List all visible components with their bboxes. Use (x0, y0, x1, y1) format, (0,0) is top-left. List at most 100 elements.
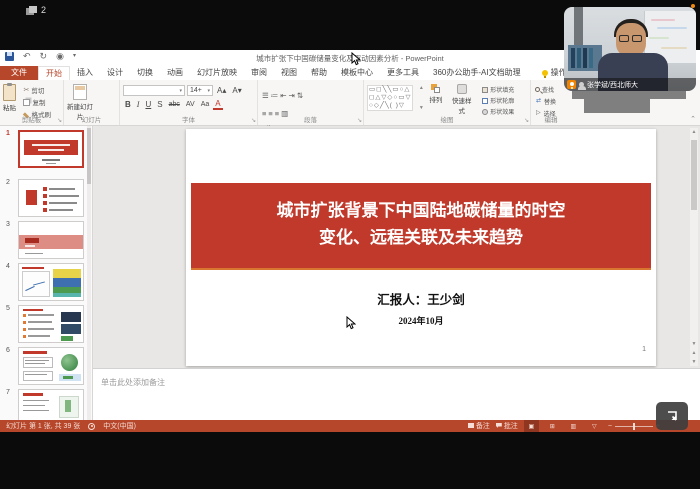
italic-button[interactable]: I (135, 99, 142, 110)
scrollbar-thumb[interactable] (691, 140, 697, 210)
font-name-select[interactable]: ▾ (123, 85, 185, 96)
group-clipboard: 粘贴 ✂剪切 复制 格式刷 剪贴板 ↘ (0, 80, 64, 125)
dialog-launcher-icon[interactable]: ↘ (524, 118, 529, 124)
slide-thumbnail-6[interactable] (18, 347, 84, 385)
tab-insert[interactable]: 插入 (70, 66, 100, 80)
find-button[interactable]: 查找 (535, 85, 556, 94)
strikethrough-button[interactable]: abc (167, 99, 182, 110)
line-spacing-icon[interactable]: ⇅ (296, 91, 304, 100)
slide-thumbnail-5[interactable] (18, 305, 84, 343)
find-label: 查找 (542, 85, 554, 94)
tab-view[interactable]: 视图 (274, 66, 304, 80)
underline-button[interactable]: U (143, 99, 153, 110)
annotation-tool-button[interactable] (656, 402, 688, 430)
bold-button[interactable]: B (123, 99, 133, 110)
numbering-icon[interactable]: ≔ (270, 91, 280, 100)
thumb-number: 5 (6, 305, 16, 312)
shadow-button[interactable]: S (155, 99, 164, 110)
zoom-slider[interactable] (615, 426, 653, 427)
normal-view-button[interactable]: ▣ (524, 420, 539, 432)
shape-fill-label: 形状填充 (490, 85, 514, 94)
language-indicator[interactable]: 中文(中国) (103, 421, 136, 431)
zoom-out-icon[interactable]: − (608, 423, 612, 430)
dialog-launcher-icon[interactable]: ↘ (357, 118, 362, 124)
slideshow-view-button[interactable]: ▽ (587, 420, 602, 432)
scrollbar-thumb[interactable] (87, 128, 91, 184)
shape-fill-icon (482, 87, 488, 93)
slide-scrollbar[interactable]: ▲ ▼ ▲ ▼ (690, 128, 698, 366)
scissors-icon: ✂ (23, 87, 29, 94)
thumb-number: 1 (6, 130, 16, 137)
tab-review[interactable]: 审阅 (244, 66, 274, 80)
slide-thumbnail-4[interactable] (18, 263, 84, 301)
slide-thumbnail-7[interactable] (18, 389, 84, 420)
status-bar: 幻灯片 第 1 张, 共 39 张 中文(中国) 备注 批注 ▣ ⊞ ▥ ▽ −… (0, 420, 700, 432)
slide-thumbnail-2[interactable] (18, 179, 84, 217)
indent-increase-icon[interactable]: ⇥ (288, 91, 296, 100)
replace-icon: ⇄ (535, 96, 542, 106)
shape-gallery[interactable]: ▭◻╲╲▭○△ ◻△▽◇○▭▽ ○◇╱╲( )▽ (367, 85, 413, 111)
indent-decrease-icon[interactable]: ⇤ (279, 91, 287, 100)
comment-icon (496, 423, 502, 428)
lightbulb-icon (542, 70, 548, 76)
tab-360-assistant[interactable]: 360办公助手-AI文档助理 (426, 66, 528, 80)
webcam-video[interactable]: 张学斌/西北师大 (564, 7, 696, 91)
font-color-button[interactable]: A (213, 99, 222, 110)
notes-toggle-button[interactable]: 备注 (468, 421, 490, 431)
scroll-up-icon[interactable]: ▲ (690, 128, 698, 136)
char-spacing-button[interactable]: AV (184, 99, 197, 110)
slide-sorter-view-button[interactable]: ⊞ (545, 420, 560, 432)
clipboard-group-label: 剪贴板 (0, 114, 63, 124)
replace-button[interactable]: ⇄替换 (535, 96, 556, 106)
tab-transitions[interactable]: 切换 (130, 66, 160, 80)
bullets-icon[interactable]: ☰ (261, 91, 270, 100)
tab-animations[interactable]: 动画 (160, 66, 190, 80)
copy-button[interactable]: 复制 (23, 97, 51, 107)
shape-fill-button[interactable]: 形状填充 (482, 85, 514, 94)
font-size-select[interactable]: 14+▾ (187, 85, 213, 96)
gallery-more-icon: ▼ (419, 105, 424, 111)
tab-more-tools[interactable]: 更多工具 (380, 66, 426, 80)
paste-button[interactable]: 粘贴 (3, 82, 16, 112)
accessibility-icon[interactable] (88, 423, 95, 430)
slide-thumbnail-1[interactable] (18, 130, 84, 168)
shape-row-icons: ▭◻╲╲▭○△ (369, 86, 411, 94)
shared-screen: 2 ↶ ↻ ◉ ▾ 城市扩张下中国碳储量变化及驱动因素分析 - PowerPoi… (0, 0, 700, 489)
shape-outline-button[interactable]: 形状轮廓 (482, 96, 514, 105)
meeting-app-icon (567, 80, 576, 89)
zoom-slider-handle[interactable] (633, 423, 635, 430)
presenter-name[interactable]: 汇报人：王少剑 (186, 289, 656, 308)
current-slide[interactable]: 城市扩张背景下中国陆地碳储量的时空 变化、远程关联及未来趋势 汇报人：王少剑 2… (186, 129, 656, 366)
quick-styles-button[interactable]: 快速样式 (450, 82, 474, 115)
dialog-launcher-icon[interactable]: ↘ (251, 118, 256, 124)
slide-date[interactable]: 2024年10月 (186, 314, 656, 327)
reading-view-button[interactable]: ▥ (566, 420, 581, 432)
tab-template-center[interactable]: 模板中心 (334, 66, 380, 80)
arrange-button[interactable]: 排列 (429, 82, 442, 104)
tab-slideshow[interactable]: 幻灯片放映 (190, 66, 244, 80)
tab-file[interactable]: 文件 (0, 66, 38, 80)
slide-title-banner[interactable]: 城市扩张背景下中国陆地碳储量的时空 变化、远程关联及未来趋势 (191, 183, 651, 270)
next-slide-icon[interactable]: ▼ (690, 358, 698, 366)
thumbnail-scrollbar[interactable] (87, 126, 91, 420)
slide-thumbnail-3[interactable] (18, 221, 84, 259)
dialog-launcher-icon[interactable]: ↘ (57, 118, 62, 124)
share-window-badge[interactable]: 2 (26, 5, 46, 15)
scroll-down-icon[interactable]: ▼ (690, 340, 698, 348)
slides-group-label: 幻灯片 (64, 114, 119, 124)
drawing-group-label: 绘图 (364, 114, 530, 124)
notes-pane[interactable]: 单击此处添加备注 (93, 368, 700, 420)
cut-button[interactable]: ✂剪切 (23, 85, 51, 95)
arrange-icon (431, 84, 440, 93)
shrink-font-button[interactable]: A▾ (230, 85, 243, 96)
tab-help[interactable]: 帮助 (304, 66, 334, 80)
quick-styles-icon (457, 84, 467, 94)
grow-font-button[interactable]: A▴ (215, 85, 228, 96)
tab-design[interactable]: 设计 (100, 66, 130, 80)
tab-home[interactable]: 开始 (38, 66, 70, 80)
comments-toggle-button[interactable]: 批注 (496, 421, 518, 431)
change-case-button[interactable]: Aa (199, 99, 212, 110)
shape-gallery-scroll[interactable]: ▲▼ (419, 85, 424, 111)
collapse-ribbon-icon[interactable]: ⌃ (690, 115, 696, 123)
previous-slide-icon[interactable]: ▲ (690, 349, 698, 357)
